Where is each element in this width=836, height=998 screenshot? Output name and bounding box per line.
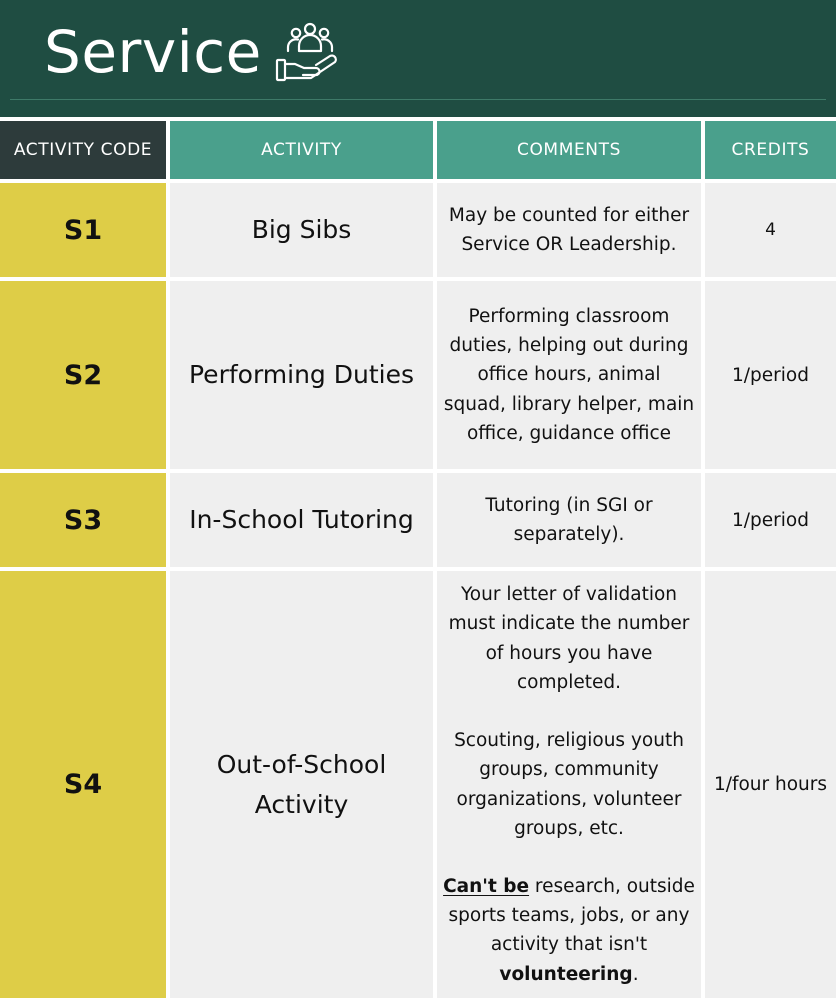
activity-name: Big Sibs <box>251 215 352 244</box>
volunteering-emphasis: volunteering <box>499 963 633 985</box>
comment-line: volunteering. <box>443 960 695 989</box>
comment-line: Can't be research, outside <box>443 872 695 901</box>
cant-be-emphasis: Can't be <box>443 875 530 897</box>
comment-text: . <box>632 963 639 985</box>
comment-line: groups, etc. <box>514 817 624 839</box>
comment-line: Tutoring (in SGI or <box>485 494 653 516</box>
community-service-hand-icon <box>275 22 337 82</box>
comment-line: of hours you have <box>485 642 653 664</box>
comment-line: office, guidance office <box>466 422 672 444</box>
comment-line: separately). <box>513 524 625 545</box>
table-row-code: S2 <box>0 281 166 469</box>
comment-line: sports teams, jobs, or any <box>448 905 690 927</box>
table-row-activity: Big Sibs <box>170 183 433 277</box>
comment-line: Scouting, religious youth <box>454 730 684 752</box>
activity-name-line: Activity <box>254 789 349 819</box>
comment-line: Service OR Leadership. <box>461 234 677 255</box>
header-divider <box>10 99 826 100</box>
column-header-activity-code: ACTIVITY CODE <box>0 121 166 179</box>
table-row-activity: Performing Duties <box>170 281 433 469</box>
table-row-comments: May be counted for either Service OR Lea… <box>437 183 701 277</box>
comment-line: Your letter of validation <box>460 584 678 606</box>
column-header-credits: CREDITS <box>705 121 836 179</box>
comment-line: activity that isn't <box>490 934 648 956</box>
activity-name-line: Out-of-School <box>216 749 387 779</box>
column-header-activity: ACTIVITY <box>170 121 433 179</box>
table-row-credits: 1/period <box>705 281 836 469</box>
table-row-code: S3 <box>0 473 166 567</box>
activity-name: Performing Duties <box>189 360 414 389</box>
comment-line: May be counted for either <box>448 204 690 226</box>
page-header: Service <box>0 0 836 117</box>
table-row-comments: Your letter of validation must indicate … <box>437 571 701 998</box>
table-row-comments: Performing classroom duties, helping out… <box>437 281 701 469</box>
comment-line: completed. <box>516 671 622 693</box>
table-row-code: S1 <box>0 183 166 277</box>
table-row-credits: 4 <box>705 183 836 277</box>
table-row-activity: In-School Tutoring <box>170 473 433 567</box>
comment-line: office hours, animal <box>477 364 661 386</box>
comment-line: Performing classroom <box>468 305 670 327</box>
table-row-credits: 1/four hours <box>705 571 836 998</box>
table-row-activity: Out-of-School Activity <box>170 571 433 998</box>
page-title: Service <box>44 18 262 86</box>
comment-line: organizations, volunteer <box>456 788 682 810</box>
table-row-code: S4 <box>0 571 166 998</box>
table-row-comments: Tutoring (in SGI or separately). <box>437 473 701 567</box>
comment-line: must indicate the number <box>448 613 690 635</box>
column-header-comments: COMMENTS <box>437 121 701 179</box>
comment-text: research, outside <box>529 875 695 897</box>
comment-line: squad, library helper, main <box>443 393 695 415</box>
comment-line: groups, community <box>479 759 659 781</box>
activity-name: In-School Tutoring <box>189 505 414 534</box>
comment-line: duties, helping out during <box>449 335 689 357</box>
table-row-credits: 1/period <box>705 473 836 567</box>
